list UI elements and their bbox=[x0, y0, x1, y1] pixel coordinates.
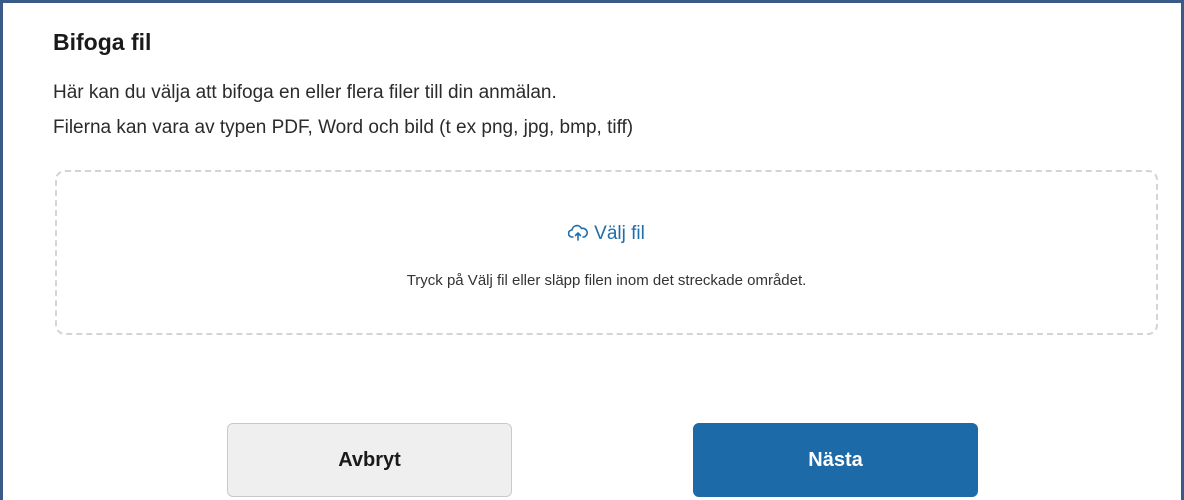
section-title: Bifoga fil bbox=[53, 29, 152, 55]
choose-file-label[interactable]: Välj fil bbox=[594, 223, 645, 244]
file-dropzone[interactable]: Välj fil Tryck på Välj fil eller släpp f… bbox=[55, 170, 1158, 335]
dropzone-hint: Tryck på Välj fil eller släpp filen inom… bbox=[406, 272, 807, 289]
cancel-button[interactable]: Avbryt bbox=[227, 423, 512, 497]
next-button[interactable]: Nästa bbox=[693, 423, 978, 497]
upload-panel: Bifoga fil Här kan du välja att bifoga e… bbox=[0, 0, 1184, 500]
description-line-1: Här kan du välja att bifoga en eller fle… bbox=[53, 82, 557, 103]
description-line-2: Filerna kan vara av typen PDF, Word och … bbox=[53, 117, 634, 138]
choose-file-link[interactable]: Välj fil bbox=[57, 223, 1156, 248]
cloud-upload-icon bbox=[567, 224, 589, 248]
